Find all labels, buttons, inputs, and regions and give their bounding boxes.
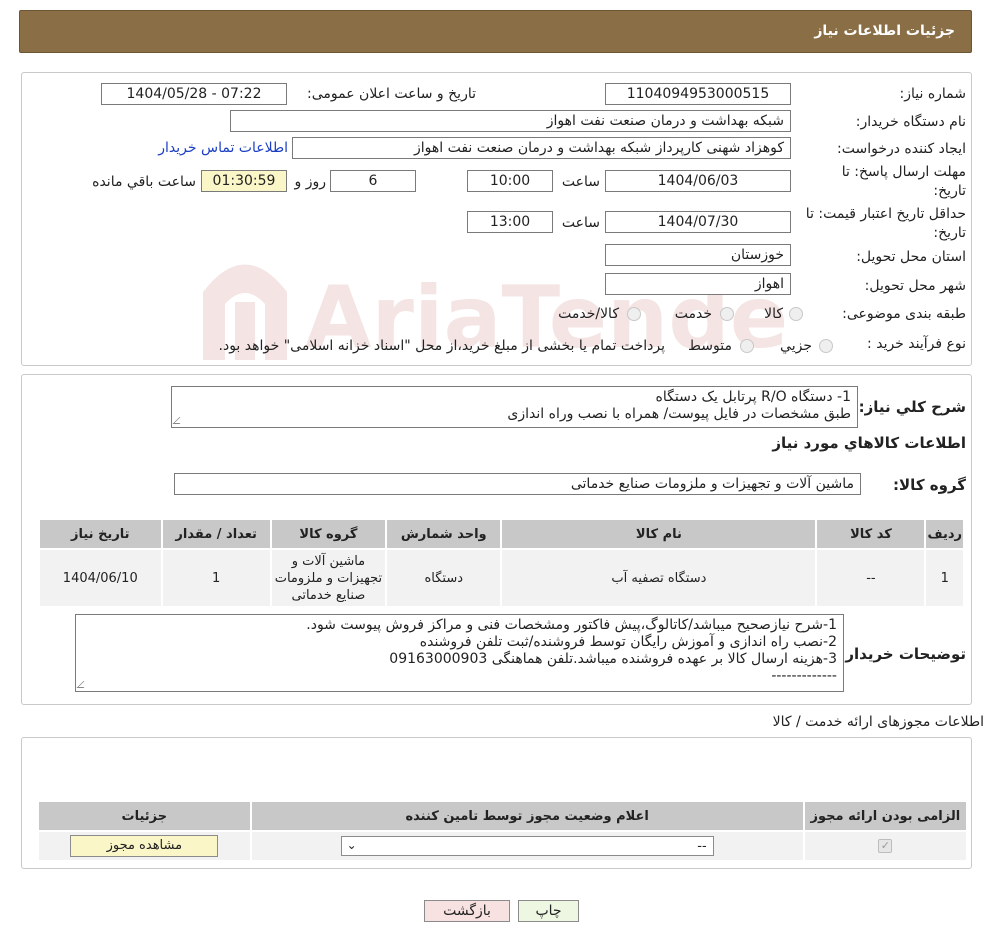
permit-status-select[interactable]: -- ⌄	[340, 836, 714, 856]
table-row: ✓ -- ⌄ مشاهده مجوز	[37, 830, 969, 862]
buyer-org-field: شبکه بهداشت و درمان صنعت نفت اهواز	[230, 110, 791, 132]
col-permit-status: اعلام وضعیت مجوز توسط تامین کننده	[249, 800, 805, 832]
permits-title: اطلاعات مجوزهای ارائه خدمت / کالا	[772, 714, 984, 730]
validity-label: حداقل تاریخ اعتبار قیمت: تا	[805, 206, 966, 222]
cell-name: دستگاه تصفیه آب	[500, 548, 818, 608]
col-permit-details: جزئیات	[37, 800, 252, 832]
process-option-medium-label: متوسط	[688, 338, 732, 354]
category-option-goods-label: کالا	[764, 306, 783, 322]
remaining-time-label: ساعت باقي مانده	[92, 174, 196, 190]
col-group: گروه کالا	[269, 518, 388, 550]
announce-label: تاریخ و ساعت اعلان عمومی:	[307, 86, 476, 102]
cell-qty: 1	[160, 548, 272, 608]
category-both-radio[interactable]	[627, 307, 641, 321]
col-permit-required: الزامی بودن ارائه مجوز	[802, 800, 969, 832]
validity-time-label: ساعت	[561, 215, 600, 231]
announce-field: 1404/05/28 - 07:22	[101, 83, 287, 105]
cell-permit-required: ✓	[802, 830, 969, 862]
buyer-notes-label: توضیحات خریدار:	[839, 645, 966, 663]
buyer-notes-line-1: 1-شرح نیازصحیح میباشد/کاتالوگ،پیش فاکتور…	[306, 617, 837, 633]
deadline-date-field: 1404/06/03	[605, 170, 791, 192]
category-option-service-label: خدمت	[674, 306, 712, 322]
cell-unit: دستگاه	[385, 548, 503, 608]
creator-field: کوهزاد شهنی کارپرداز شبکه بهداشت و درمان…	[292, 137, 791, 159]
validity-label-date: تاریخ:	[933, 225, 966, 241]
back-button[interactable]: بازگشت	[424, 900, 510, 922]
process-medium-radio[interactable]	[740, 339, 754, 353]
province-field: خوزستان	[605, 244, 791, 266]
permits-table: الزامی بودن ارائه مجوز اعلام وضعیت مجوز …	[37, 800, 969, 862]
view-permit-button[interactable]: مشاهده مجوز	[70, 835, 219, 857]
deadline-time-label: ساعت	[561, 174, 600, 190]
validity-time-field: 13:00	[467, 211, 553, 233]
days-label: روز و	[294, 174, 327, 190]
summary-textarea[interactable]: 1- دستگاه R/O پرتابل یک دستگاه طبق مشخصا…	[171, 386, 858, 428]
cell-code: --	[815, 548, 927, 608]
cell-group: ماشین آلات و تجهیزات و ملزومات صنایع خدم…	[269, 548, 388, 608]
remaining-time-field: 01:30:59	[201, 170, 287, 192]
process-minor-radio[interactable]	[819, 339, 833, 353]
city-field: اهواز	[605, 273, 791, 295]
category-label: طبقه بندی موضوعی:	[842, 306, 966, 322]
category-service-radio[interactable]	[720, 307, 734, 321]
city-label: شهر محل تحویل:	[864, 278, 966, 294]
chevron-down-icon: ⌄	[346, 838, 357, 852]
category-option-both-label: کالا/خدمت	[558, 306, 619, 322]
cell-group-line: ماشین آلات و	[291, 553, 366, 569]
cell-group-line: تجهیزات و ملزومات	[274, 570, 383, 586]
col-unit: واحد شمارش	[385, 518, 503, 550]
goods-title: اطلاعات كالاهاي مورد نياز	[772, 434, 966, 452]
cell-permit-details: مشاهده مجوز	[37, 830, 252, 862]
cell-index: 1	[924, 548, 965, 608]
page-header: جزئیات اطلاعات نیاز	[19, 10, 972, 53]
goods-table-header: ردیف کد کالا نام کالا واحد شمارش گروه کا…	[38, 518, 965, 550]
col-code: کد کالا	[815, 518, 927, 550]
buyer-org-label: نام دستگاه خریدار:	[855, 114, 966, 130]
buyer-contact-link[interactable]: اطلاعات تماس خریدار	[140, 140, 288, 156]
table-row: 1 -- دستگاه تصفیه آب دستگاه ماشین آلات و…	[38, 548, 965, 608]
permit-required-checkbox[interactable]: ✓	[878, 839, 893, 853]
goods-group-label: گروه کالا:	[893, 476, 966, 494]
process-option-minor-label: جزیي	[780, 338, 812, 354]
goods-group-field: ماشین آلات و تجهیزات و ملزومات صنایع خدم…	[174, 473, 861, 495]
category-goods-radio[interactable]	[789, 307, 803, 321]
validity-date-field: 1404/07/30	[605, 211, 791, 233]
cell-permit-status: -- ⌄	[249, 830, 805, 862]
print-button[interactable]: چاپ	[518, 900, 579, 922]
need-number-field: 1104094953000515	[605, 83, 791, 105]
permit-status-value: --	[697, 839, 707, 854]
goods-table: ردیف کد کالا نام کالا واحد شمارش گروه کا…	[38, 518, 965, 608]
page-title: جزئیات اطلاعات نیاز	[814, 23, 955, 39]
buyer-notes-textarea[interactable]: 1-شرح نیازصحیح میباشد/کاتالوگ،پیش فاکتور…	[75, 614, 844, 692]
cell-group-line: صنایع خدماتی	[291, 587, 366, 603]
creator-label: ایجاد کننده درخواست:	[837, 141, 966, 157]
summary-line-1: 1- دستگاه R/O پرتابل یک دستگاه	[655, 389, 851, 405]
buyer-notes-line-3: 3-هزینه ارسال کالا بر عهده فروشنده میباش…	[389, 651, 837, 667]
deadline-label: مهلت ارسال پاسخ: تا	[841, 164, 966, 180]
deadline-time-field: 10:00	[467, 170, 553, 192]
cell-date: 1404/06/10	[38, 548, 163, 608]
summary-label: شرح كلي نياز:	[858, 398, 966, 416]
permits-table-header: الزامی بودن ارائه مجوز اعلام وضعیت مجوز …	[37, 800, 969, 832]
days-field: 6	[330, 170, 416, 192]
province-label: استان محل تحویل:	[856, 249, 966, 265]
process-label: نوع فرآیند خرید :	[867, 336, 966, 352]
buyer-notes-line-4: -------------	[771, 668, 837, 684]
summary-line-2: طبق مشخصات در فایل پیوست/ همراه با نصب و…	[507, 406, 851, 422]
col-name: نام کالا	[500, 518, 818, 550]
process-note: پرداخت تمام یا بخشی از مبلغ خرید،از محل …	[218, 338, 665, 354]
deadline-label-date: تاریخ:	[933, 183, 966, 199]
buyer-notes-line-2: 2-نصب راه اندازی و آموزش رایگان توسط فرو…	[419, 634, 837, 650]
need-number-label: شماره نیاز:	[899, 86, 967, 102]
col-index: ردیف	[924, 518, 965, 550]
col-date: تاریخ نیاز	[38, 518, 163, 550]
col-qty: تعداد / مقدار	[160, 518, 272, 550]
